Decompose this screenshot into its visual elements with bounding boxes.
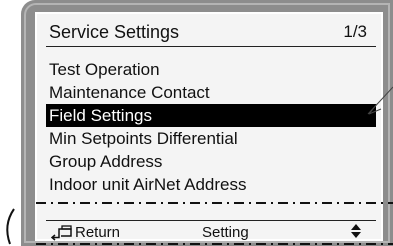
highlight-box-left-bracket [6,208,15,245]
callout-overlay [6,86,393,245]
callout-arrowhead [368,103,382,115]
controller-display: Service Settings 1/3 Test Operation Main… [0,0,393,246]
